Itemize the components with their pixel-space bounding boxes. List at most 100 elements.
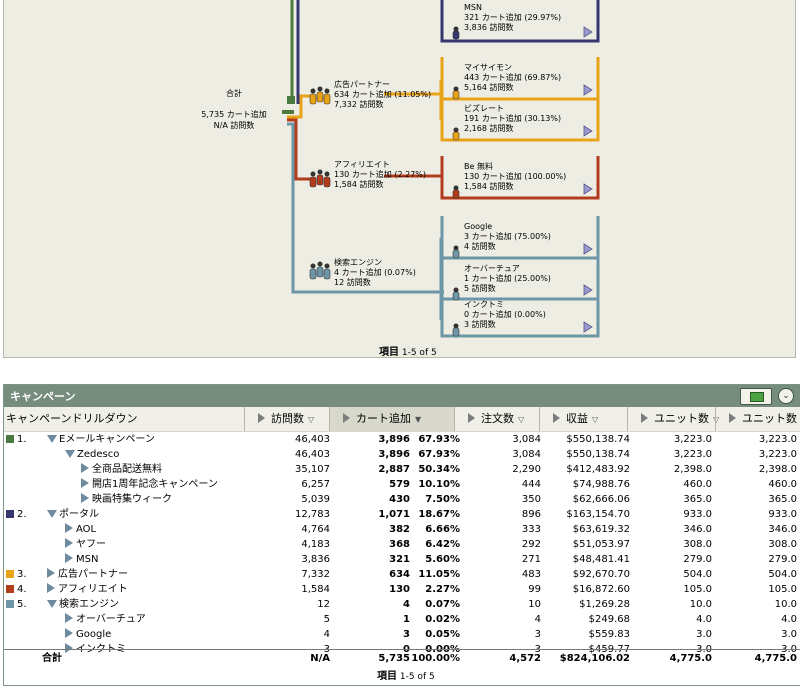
- tree-leaf-line3: 3,836 訪問数: [464, 23, 514, 32]
- cell-cart: 2,887: [378, 464, 410, 475]
- tree-leaf-6[interactable]: インクトミ 0 カート追加 (0.00%) 3 訪問数: [464, 300, 546, 330]
- sort-indicator-icon[interactable]: ▽: [518, 415, 524, 424]
- expand-triangle-icon[interactable]: [81, 463, 89, 473]
- expand-triangle-icon[interactable]: [81, 493, 89, 503]
- row-name-cell: 5. 検索エンジン: [6, 597, 119, 612]
- expand-triangle-icon[interactable]: [65, 523, 73, 533]
- table-row[interactable]: 開店1周年記念キャンペーン 6,257 579 10.10% 444 $74,988.76…: [4, 477, 800, 492]
- row-label[interactable]: 開店1周年記念キャンペーン: [92, 479, 218, 490]
- expand-triangle-icon[interactable]: [65, 613, 73, 623]
- sort-indicator-icon[interactable]: ▽: [592, 415, 598, 424]
- column-separator[interactable]: [715, 407, 716, 431]
- root-node[interactable]: 合計 5,735 カート追加 N/A 訪問数: [194, 88, 274, 131]
- chevron-down-circle-icon[interactable]: ⌄: [778, 388, 794, 404]
- collapse-triangle-icon[interactable]: [47, 510, 57, 518]
- expand-arrow-icon[interactable]: [583, 84, 593, 96]
- column-separator[interactable]: [539, 407, 540, 431]
- cell-orders: 3,084: [512, 449, 541, 460]
- tree-leaf-3[interactable]: Be 無料 130 カート追加 (100.00%) 1,584 訪問数: [464, 162, 566, 192]
- column-header-5[interactable]: ユニット数 ▽: [627, 407, 719, 431]
- cell-units1: 365.0: [683, 494, 712, 505]
- expand-triangle-icon[interactable]: [65, 628, 73, 638]
- row-label[interactable]: 広告パートナー: [58, 569, 128, 580]
- collapse-triangle-icon[interactable]: [47, 600, 57, 608]
- column-separator[interactable]: [454, 407, 455, 431]
- excel-export-icon[interactable]: [740, 388, 772, 405]
- table-row[interactable]: 1. Eメールキャンペーン 46,403 3,896 67.93% 3,084 $550,1…: [4, 432, 800, 447]
- tree-node-0[interactable]: 広告パートナー 634 カート追加 (11.05%) 7,332 訪問数: [334, 80, 431, 110]
- tree-leaf-line2: 1 カート追加 (25.00%): [464, 274, 551, 283]
- sort-indicator-icon[interactable]: ▽: [308, 415, 314, 424]
- table-row[interactable]: 4. アフィリエイト 1,584 130 2.27% 99 $16,872.60 105.0 1…: [4, 582, 800, 597]
- expand-triangle-icon[interactable]: [65, 553, 73, 563]
- row-label[interactable]: ポータル: [59, 509, 99, 520]
- row-label[interactable]: オーバーチュア: [76, 614, 146, 625]
- expand-triangle-icon[interactable]: [65, 538, 73, 548]
- row-label[interactable]: MSN: [76, 554, 98, 565]
- expand-arrow-icon[interactable]: [583, 183, 593, 195]
- row-label[interactable]: 映画特集ウィーク: [92, 494, 172, 505]
- cell-visits: 4: [323, 629, 330, 640]
- cell-revenue: $249.68: [588, 614, 630, 625]
- row-label[interactable]: アフィリエイト: [58, 584, 128, 595]
- table-row[interactable]: 5. 検索エンジン 12 4 0.07% 10 $1,269.28 10.0 10.0: [4, 597, 800, 612]
- tree-leaf-4[interactable]: Google 3 カート追加 (75.00%) 4 訪問数: [464, 222, 551, 252]
- cell-units2: 504.0: [768, 569, 797, 580]
- tree-node-2[interactable]: 検索エンジン 4 カート追加 (0.07%) 12 訪問数: [334, 258, 416, 288]
- expand-triangle-icon[interactable]: [47, 583, 55, 593]
- expand-arrow-icon[interactable]: [583, 125, 593, 137]
- row-label[interactable]: Zedesco: [77, 449, 119, 460]
- table-row[interactable]: MSN 3,836 321 5.60% 271 $48,481.41 279.0 279.0: [4, 552, 800, 567]
- tree-leaf-line3: 4 訪問数: [464, 242, 496, 251]
- campaign-table-panel: キャンペーン ⌄ キャンペーンドリルダウン 訪問数 ▽ カート追加 ▼ 注文数 ▽ 収益 ▽ ユニ…: [3, 384, 800, 686]
- row-label[interactable]: 検索エンジン: [59, 599, 119, 610]
- tree-node-1[interactable]: アフィリエイト 130 カート追加 (2.27%) 1,584 訪問数: [334, 160, 426, 190]
- column-header-1[interactable]: 訪問数 ▽: [244, 407, 329, 431]
- visitor-icon: [452, 26, 460, 40]
- tree-leaf-line2: 3 カート追加 (75.00%): [464, 232, 551, 241]
- expand-arrow-icon[interactable]: [583, 26, 593, 38]
- expand-arrow-icon[interactable]: [583, 284, 593, 296]
- row-name-cell: 1. Eメールキャンペーン: [6, 432, 155, 447]
- cell-pct: 7.50%: [425, 494, 460, 505]
- expand-arrow-icon[interactable]: [583, 321, 593, 333]
- table-row[interactable]: 全商品配送無料 35,107 2,887 50.34% 2,290 $412,483.92…: [4, 462, 800, 477]
- column-header-6[interactable]: ユニット数▽: [715, 407, 800, 431]
- table-row[interactable]: ヤフー 4,183 368 6.42% 292 $51,053.97 308.0 308.0: [4, 537, 800, 552]
- expand-triangle-icon[interactable]: [81, 478, 89, 488]
- table-row[interactable]: オーバーチュア 5 1 0.02% 4 $249.68 4.0 4.0: [4, 612, 800, 627]
- column-header-3[interactable]: 注文数 ▽: [454, 407, 539, 431]
- column-separator[interactable]: [244, 407, 245, 431]
- expand-arrow-icon[interactable]: [583, 243, 593, 255]
- expand-triangle-icon[interactable]: [47, 568, 55, 578]
- series-color-swatch: [6, 510, 14, 518]
- table-row[interactable]: 2. ポータル 12,783 1,071 18.67% 896 $163,154.70 933…: [4, 507, 800, 522]
- collapse-triangle-icon[interactable]: [47, 435, 57, 443]
- tree-leaf-5[interactable]: オーバーチュア 1 カート追加 (25.00%) 5 訪問数: [464, 264, 551, 294]
- tree-leaf-name: Google: [464, 222, 493, 231]
- sort-indicator-icon[interactable]: ▼: [415, 415, 421, 424]
- collapse-triangle-icon[interactable]: [65, 450, 75, 458]
- tree-leaf-2[interactable]: ビズレート 191 カート追加 (30.13%) 2,168 訪問数: [464, 104, 561, 134]
- row-label[interactable]: AOL: [76, 524, 96, 535]
- table-row[interactable]: 3. 広告パートナー 7,332 634 11.05% 483 $92,670.70 504.…: [4, 567, 800, 582]
- table-row[interactable]: 映画特集ウィーク 5,039 430 7.50% 350 $62,666.06 365.0 3…: [4, 492, 800, 507]
- table-row[interactable]: AOL 4,764 382 6.66% 333 $63,619.32 346.0 346.0: [4, 522, 800, 537]
- row-label[interactable]: Eメールキャンペーン: [59, 434, 155, 445]
- column-header-4[interactable]: 収益 ▽: [539, 407, 627, 431]
- tree-leaf-0[interactable]: MSN 321 カート追加 (29.97%) 3,836 訪問数: [464, 3, 561, 33]
- cell-pct: 67.93%: [418, 449, 460, 460]
- tree-pagination-range: 1-5 of 5: [401, 348, 437, 358]
- column-header-0[interactable]: キャンペーンドリルダウン: [6, 407, 244, 431]
- row-label[interactable]: ヤフー: [76, 539, 106, 550]
- table-row[interactable]: Zedesco 46,403 3,896 67.93% 3,084 $550,138.74…: [4, 447, 800, 462]
- row-label[interactable]: Google: [76, 629, 111, 640]
- row-label[interactable]: 全商品配送無料: [92, 464, 162, 475]
- table-row[interactable]: Google 4 3 0.05% 3 $559.83 3.0 3.0: [4, 627, 800, 642]
- column-header-2[interactable]: カート追加 ▼: [329, 407, 454, 431]
- tree-leaf-1[interactable]: マイサイモン 443 カート追加 (69.87%) 5,164 訪問数: [464, 63, 561, 93]
- column-separator[interactable]: [329, 407, 330, 431]
- column-separator[interactable]: [627, 407, 628, 431]
- cell-revenue: $74,988.76: [572, 479, 630, 490]
- cell-pct: 5.60%: [425, 554, 460, 565]
